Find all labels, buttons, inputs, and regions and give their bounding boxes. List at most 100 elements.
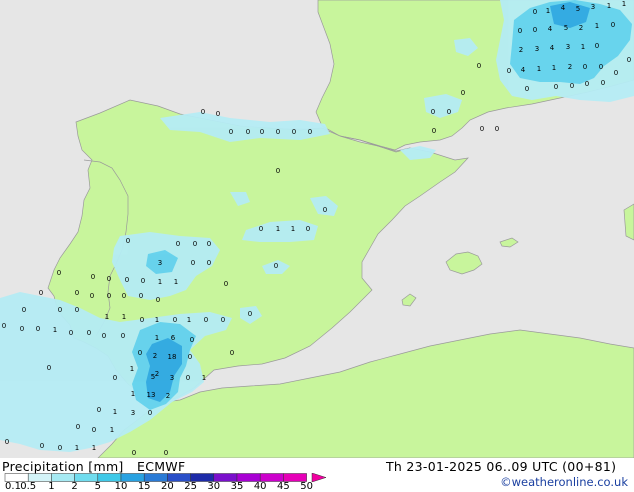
precip-label: 0: [477, 62, 481, 70]
precip-label: 0: [570, 82, 574, 90]
precip-label: 0: [87, 329, 91, 337]
precip-label: 2: [166, 392, 170, 400]
precip-label: 0: [599, 63, 603, 71]
precip-label: 1: [155, 316, 159, 324]
precip-label: 0: [259, 225, 263, 233]
precip-label: 0: [121, 332, 125, 340]
precip-label: 1: [53, 326, 57, 334]
precip-label: 0: [76, 423, 80, 431]
legend-tick: 2: [71, 481, 78, 492]
precip-label: 0: [246, 128, 250, 136]
precip-label: 0: [207, 240, 211, 248]
legend-tick: 25: [184, 481, 197, 492]
precip-label: 0: [207, 259, 211, 267]
precipitation-map: 0 0 0 0 0 0 0 0 0 0 0 1 1 0 0 0 0 0 3 0 0 0 0 0 0 0 0 1 1 0 0 0 0 0 0 0 0 0 0 0…: [0, 0, 634, 458]
precip-label: 0: [90, 292, 94, 300]
precip-label: 1: [155, 334, 159, 342]
precip-label: 0: [601, 79, 605, 87]
precip-label: 1: [130, 365, 134, 373]
precip-label: 0: [480, 125, 484, 133]
legend-tick: 40: [253, 481, 267, 492]
precip-label: 0: [204, 316, 208, 324]
precip-label: 0: [507, 67, 511, 75]
model-name: ECMWF: [137, 459, 186, 474]
precip-label: 0: [138, 349, 142, 357]
precip-label: 0: [190, 336, 194, 344]
title: Precipitation [mm]: [2, 459, 124, 474]
precip-label: 3: [535, 45, 539, 53]
precip-label: 3: [591, 3, 595, 11]
legend-tick: 10: [114, 481, 128, 492]
precip-label: 5: [564, 24, 568, 32]
precip-label: 0: [69, 329, 73, 337]
precip-label: 1: [622, 0, 626, 8]
precip-label: 0: [323, 206, 327, 214]
credit-link[interactable]: ©weatheronline.co.uk: [500, 475, 628, 489]
precip-label: 0: [292, 128, 296, 136]
legend-tick: 50: [300, 481, 313, 492]
precip-label: 2: [579, 24, 583, 32]
precip-label: 0: [308, 128, 312, 136]
precip-label: 0: [595, 42, 599, 50]
precip-label: 1: [546, 7, 550, 15]
precip-label: 4: [561, 4, 566, 12]
precip-label: 1: [174, 278, 178, 286]
precip-label: 0: [75, 289, 79, 297]
precip-label: 0: [585, 80, 589, 88]
legend-tick: 5: [94, 481, 101, 492]
valid-time: Th 23-01-2025 06..09 UTC (00+81): [386, 459, 617, 474]
precip-label: 1: [75, 444, 79, 452]
legend-tick: 0.5: [20, 481, 37, 492]
precip-label: 0: [306, 225, 310, 233]
precip-label: 0: [57, 269, 61, 277]
precip-label: 0: [75, 306, 79, 314]
precip-label: 1: [131, 390, 135, 398]
legend-tick: 0.1: [5, 481, 21, 492]
precip-label: 0: [432, 127, 436, 135]
precip-label: 0: [188, 353, 192, 361]
precip-label: 0: [139, 292, 143, 300]
precip-label: 0: [2, 322, 6, 330]
precip-label: 0: [583, 63, 587, 71]
precip-label: 1: [291, 225, 295, 233]
precip-label: 1: [595, 22, 599, 30]
precip-label: 0: [216, 110, 220, 118]
legend-tick: 15: [137, 481, 151, 492]
precip-label: 2: [155, 370, 159, 378]
precip-label: 0: [201, 108, 205, 116]
precip-label: 0: [140, 316, 144, 324]
precip-label: 0: [113, 374, 117, 382]
precip-label: 3: [158, 259, 162, 267]
precip-label: 0: [126, 237, 130, 245]
precip-label: 0: [92, 426, 96, 434]
precip-label: 0: [627, 56, 631, 64]
precip-label: 0: [58, 306, 62, 314]
precip-label: 0: [614, 69, 618, 77]
precip-label: 0: [125, 276, 129, 284]
precip-label: 0: [102, 332, 106, 340]
precip-label: 1: [537, 65, 541, 73]
precip-label: 0: [122, 292, 126, 300]
precip-label: 0: [107, 292, 111, 300]
precip-label: 0: [186, 374, 190, 382]
precip-label: 0: [36, 325, 40, 333]
precip-label: 13: [147, 391, 156, 399]
legend-tick: 35: [230, 481, 244, 492]
precip-label: 0: [97, 406, 101, 414]
precip-label: 0: [141, 277, 145, 285]
precip-label: 1: [552, 64, 556, 72]
precip-label: 0: [164, 449, 168, 457]
precip-label: 0: [611, 21, 615, 29]
precip-label: 0: [533, 8, 537, 16]
precip-label: 0: [554, 83, 558, 91]
precip-label: 0: [132, 449, 136, 457]
precip-label: 0: [193, 240, 197, 248]
precip-label: 0: [91, 273, 95, 281]
precip-label: 0: [248, 310, 252, 318]
precip-label: 1: [607, 2, 611, 10]
precip-label: 2: [153, 352, 157, 360]
precip-label: 0: [260, 128, 264, 136]
precip-label: 4: [548, 25, 553, 33]
precip-label: 6: [171, 334, 176, 342]
precip-label: 5: [151, 373, 155, 381]
